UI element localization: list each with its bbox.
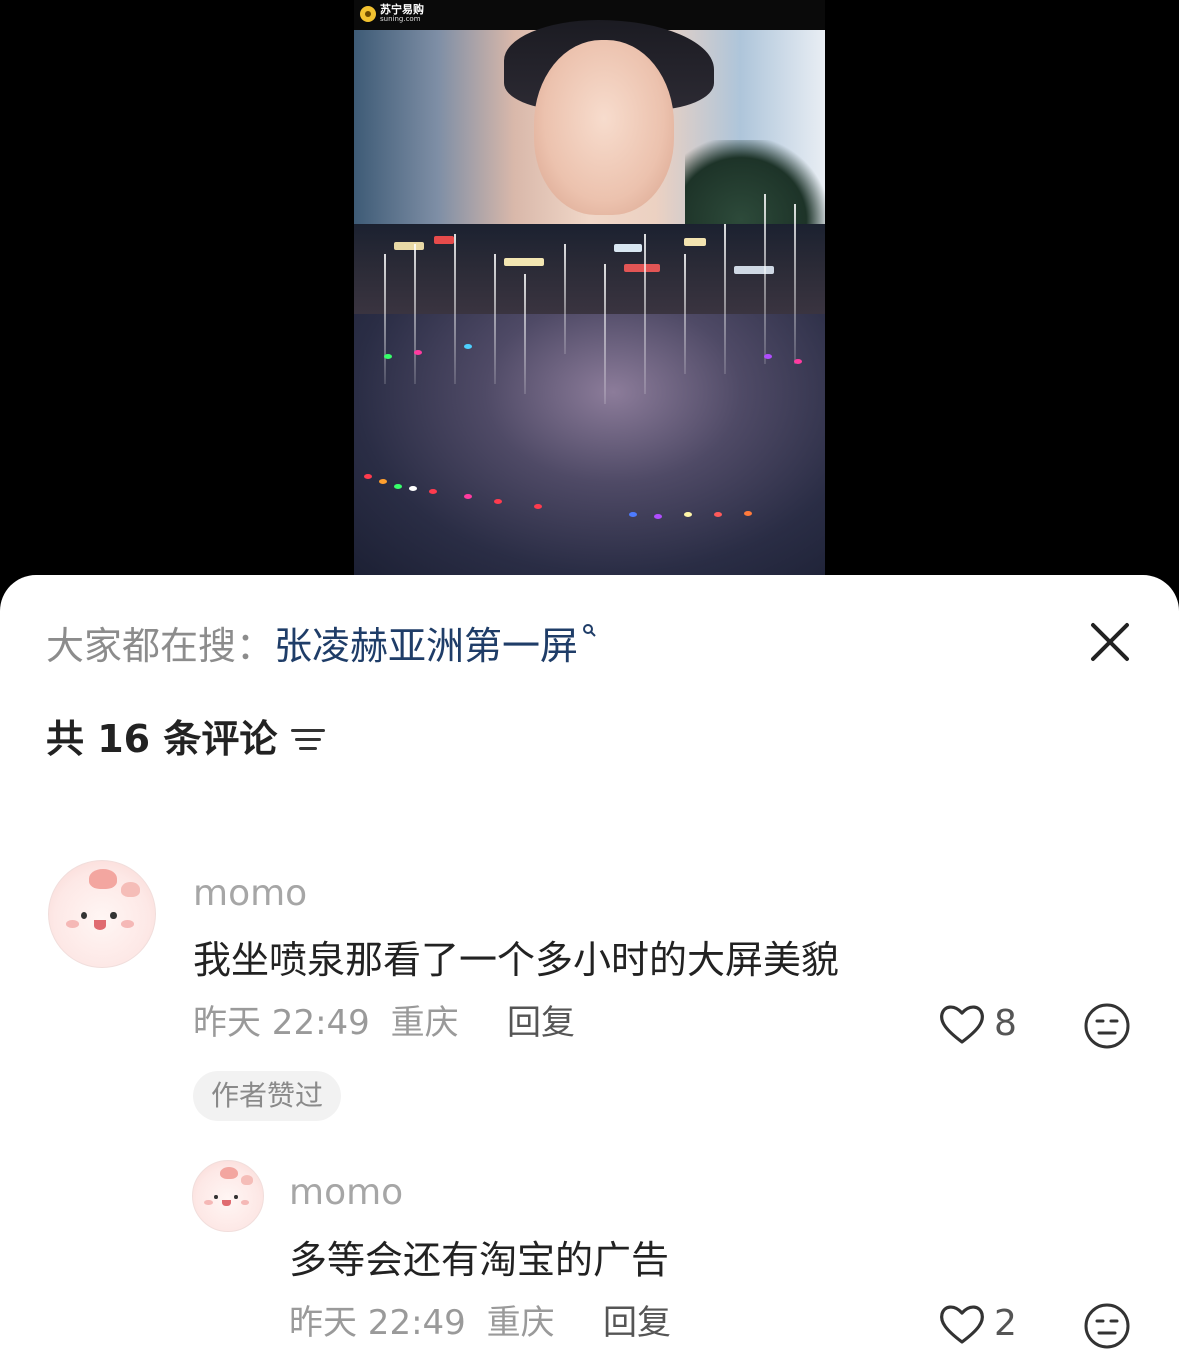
search-icon — [582, 623, 596, 641]
sort-icon[interactable] — [291, 725, 327, 753]
brand-logo: 苏宁易购 suning.com — [360, 4, 424, 23]
comment-timestamp: 昨天 22:49 — [193, 1003, 370, 1043]
emoji-icon[interactable] — [1083, 1002, 1131, 1050]
comment-text: 我坐喷泉那看了一个多小时的大屏美貌 — [193, 938, 840, 982]
fountain-pool — [354, 194, 825, 575]
comment-username[interactable]: momo — [289, 1175, 403, 1211]
comments-sheet: 大家都在搜： 张凌赫亚洲第一屏 共 16 条评论 momo 我坐喷泉那看了一个多… — [0, 575, 1179, 1372]
comment-username[interactable]: momo — [193, 876, 307, 912]
like-count: 8 — [994, 1003, 1017, 1044]
emoji-icon[interactable] — [1083, 1302, 1131, 1350]
reply-button[interactable]: 回复 — [507, 1006, 575, 1040]
comment-location: 重庆 — [390, 1003, 459, 1043]
comment-time: 昨天 22:49 重庆 — [289, 1306, 555, 1340]
search-suggestion-label: 大家都在搜： — [46, 624, 275, 668]
video-player[interactable]: 苏宁易购 suning.com — [0, 0, 1179, 600]
brand-domain: suning.com — [380, 15, 421, 23]
sun-logo-icon — [360, 5, 376, 22]
billboard-screen — [354, 20, 825, 254]
avatar[interactable] — [48, 860, 156, 968]
like-button[interactable]: 2 — [938, 1302, 1017, 1346]
comment-text: 多等会还有淘宝的广告 — [289, 1238, 670, 1282]
like-count: 2 — [994, 1303, 1017, 1344]
comment-count-header: 共 16 条评论 — [46, 720, 327, 758]
like-button[interactable]: 8 — [938, 1002, 1017, 1046]
video-frame[interactable]: 苏宁易购 suning.com — [354, 0, 825, 575]
comment-timestamp: 昨天 22:49 — [289, 1303, 466, 1343]
comment-time: 昨天 22:49 重庆 — [193, 1006, 459, 1040]
author-liked-badge: 作者赞过 — [193, 1071, 342, 1121]
avatar[interactable] — [192, 1160, 264, 1232]
reply-button[interactable]: 回复 — [603, 1306, 671, 1340]
heart-icon[interactable] — [938, 1302, 986, 1346]
heart-icon[interactable] — [938, 1002, 986, 1046]
mall-facade — [354, 224, 825, 314]
comment-location: 重庆 — [486, 1303, 555, 1343]
comment-count: 共 16 条评论 — [46, 717, 278, 761]
search-suggestion[interactable]: 大家都在搜： 张凌赫亚洲第一屏 — [46, 624, 596, 668]
search-suggestion-query[interactable]: 张凌赫亚洲第一屏 — [274, 627, 578, 665]
close-icon[interactable] — [1088, 620, 1132, 664]
billboard-face — [534, 40, 674, 215]
brand-name: 苏宁易购 — [380, 3, 424, 16]
